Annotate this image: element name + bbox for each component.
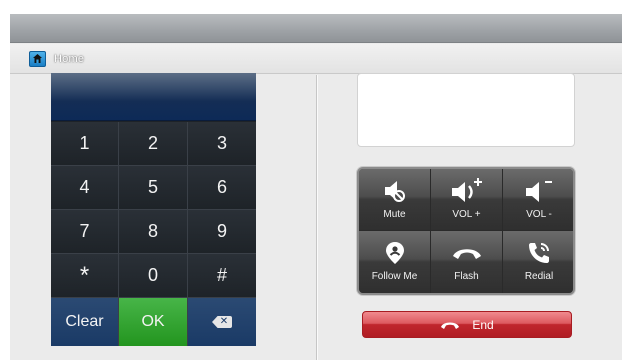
mute-label: Mute [383, 209, 406, 220]
volume-down-label: VOL - [526, 209, 552, 220]
key-5[interactable]: 5 [119, 166, 188, 210]
flash-handset-icon [452, 249, 481, 259]
volume-down-button[interactable]: VOL - [503, 169, 573, 231]
key-2[interactable]: 2 [119, 122, 188, 166]
redial-button[interactable]: Redial [503, 231, 573, 293]
hang-up-icon [441, 322, 460, 329]
backspace-icon: ✕ [212, 316, 232, 328]
backspace-button[interactable]: ✕ [188, 298, 256, 346]
ok-button[interactable]: OK [119, 298, 188, 346]
home-icon [33, 54, 42, 63]
volume-up-button[interactable]: VOL + [431, 169, 503, 231]
title-bar [10, 14, 622, 43]
key-7[interactable]: 7 [51, 210, 119, 254]
number-display [51, 73, 256, 121]
clear-button[interactable]: Clear [51, 298, 119, 346]
flash-label: Flash [454, 271, 479, 282]
key-8[interactable]: 8 [119, 210, 188, 254]
key-hash[interactable]: # [188, 254, 256, 298]
follow-me-button[interactable]: Follow Me [359, 231, 431, 293]
panel-divider-highlight [317, 75, 318, 360]
redial-icon [529, 243, 549, 263]
mute-icon [384, 181, 405, 202]
key-0[interactable]: 0 [119, 254, 188, 298]
volume-down-icon [526, 181, 552, 202]
flash-button[interactable]: Flash [431, 231, 503, 293]
key-1[interactable]: 1 [51, 122, 119, 166]
volume-up-icon [451, 178, 482, 202]
end-call-label: End [472, 317, 494, 332]
keypad-grid: 1 2 3 4 5 6 7 8 9 * 0 # Clear OK ✕ [51, 122, 256, 346]
call-info-box [357, 73, 575, 147]
mute-button[interactable]: Mute [359, 169, 431, 231]
key-4[interactable]: 4 [51, 166, 119, 210]
follow-me-icon [385, 242, 404, 264]
key-3[interactable]: 3 [188, 122, 256, 166]
key-star[interactable]: * [51, 254, 119, 298]
nav-bar: Home [10, 44, 622, 74]
call-control-panel: Mute VOL + VOL - Follow Me Flash Redial [357, 167, 575, 295]
redial-label: Redial [524, 271, 554, 282]
key-6[interactable]: 6 [188, 166, 256, 210]
dial-keypad: 1 2 3 4 5 6 7 8 9 * 0 # Clear OK ✕ [51, 73, 256, 346]
volume-up-label: VOL + [452, 209, 481, 220]
follow-me-label: Follow Me [371, 271, 418, 282]
end-call-button[interactable]: End [362, 311, 572, 338]
home-label[interactable]: Home [54, 53, 84, 65]
home-button[interactable] [29, 50, 46, 67]
key-9[interactable]: 9 [188, 210, 256, 254]
